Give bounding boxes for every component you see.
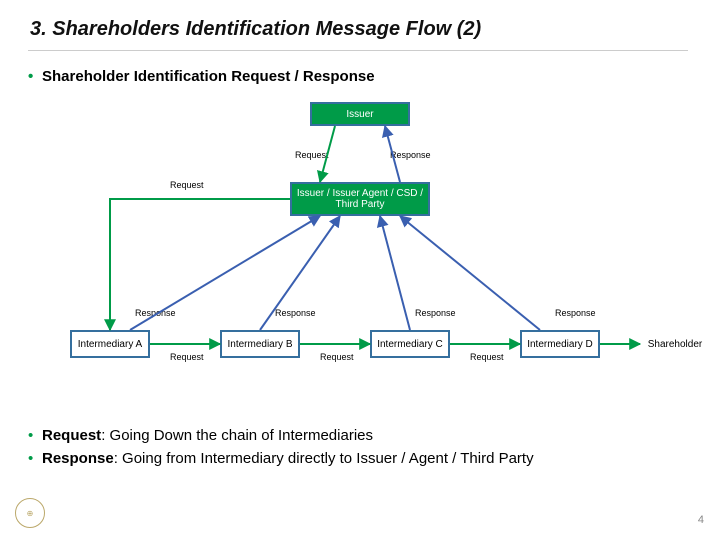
bullet-request-bold: Request bbox=[42, 427, 101, 444]
bullet-request-rest: : Going Down the chain of Intermediaries bbox=[101, 427, 373, 444]
intermediary-c-box: Intermediary C bbox=[370, 330, 450, 358]
title-separator bbox=[28, 50, 688, 51]
bullet-response-rest: : Going from Intermediary directly to Is… bbox=[114, 450, 534, 467]
intermediary-d-box: Intermediary D bbox=[520, 330, 600, 358]
label-request-cd: Request bbox=[470, 352, 504, 362]
agent-box: Issuer / Issuer Agent / CSD / Third Part… bbox=[290, 182, 430, 216]
diagram-stage: Issuer Issuer / Issuer Agent / CSD / Thi… bbox=[0, 100, 720, 420]
label-request-top: Request bbox=[295, 150, 329, 160]
page-number: 4 bbox=[698, 514, 704, 526]
label-response-c: Response bbox=[415, 308, 456, 318]
bullet-response-bold: Response bbox=[42, 450, 114, 467]
label-request-ab: Request bbox=[170, 352, 204, 362]
label-response-b: Response bbox=[275, 308, 316, 318]
swift-logo-icon: ⊕ bbox=[15, 498, 45, 528]
shareholder-box: Shareholder bbox=[640, 330, 710, 358]
label-request-bc: Request bbox=[320, 352, 354, 362]
label-response-top: Response bbox=[390, 150, 431, 160]
label-response-d: Response bbox=[555, 308, 596, 318]
slide-title: 3. Shareholders Identification Message F… bbox=[30, 18, 481, 41]
bullet-response: Response: Going from Intermediary direct… bbox=[42, 448, 534, 471]
diagram-arrows bbox=[0, 100, 720, 420]
slide-subtitle: Shareholder Identification Request / Res… bbox=[42, 68, 375, 85]
intermediary-b-box: Intermediary B bbox=[220, 330, 300, 358]
intermediary-a-box: Intermediary A bbox=[70, 330, 150, 358]
bottom-bullets: Request: Going Down the chain of Interme… bbox=[42, 425, 534, 470]
label-request-left: Request bbox=[170, 180, 204, 190]
issuer-box: Issuer bbox=[310, 102, 410, 126]
slide: 3. Shareholders Identification Message F… bbox=[0, 0, 720, 540]
label-response-a: Response bbox=[135, 308, 176, 318]
bullet-request: Request: Going Down the chain of Interme… bbox=[42, 425, 534, 448]
